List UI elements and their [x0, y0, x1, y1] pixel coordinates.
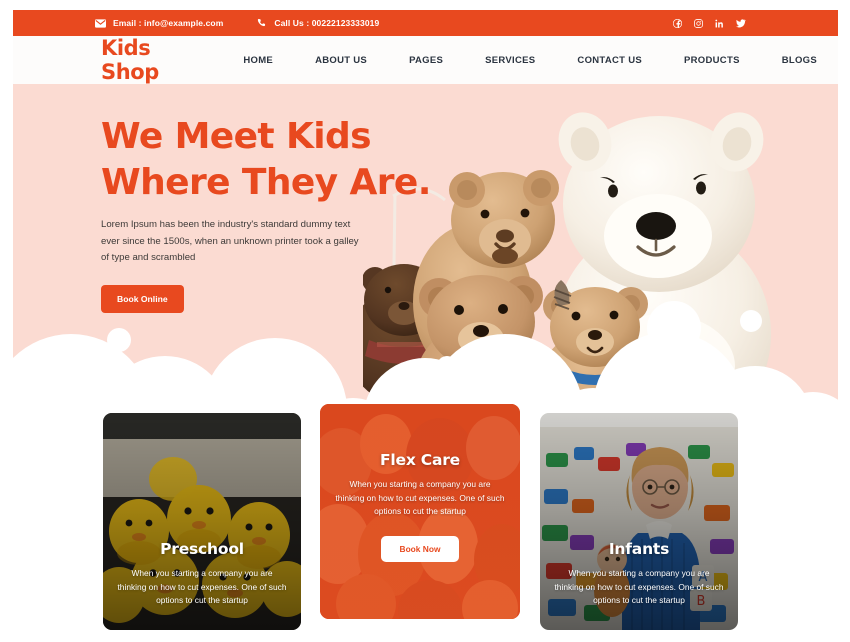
card-title: Preschool: [160, 540, 244, 559]
nav-item-pages[interactable]: PAGES: [388, 49, 464, 72]
nav-item-services[interactable]: SERVICES: [464, 49, 556, 72]
nav-item-home[interactable]: HOME: [222, 49, 294, 72]
hero-teddy-bears-image: [363, 84, 838, 404]
card-title: Flex Care: [380, 451, 460, 469]
card-description: When you starting a company you are thin…: [554, 568, 724, 606]
page-root: Email : info@example.com Call Us : 00222…: [13, 10, 838, 642]
nav-item-products[interactable]: PRODUCTS: [663, 49, 761, 72]
page-title: We Meet Kids Where They Are.: [101, 114, 431, 205]
card-description: When you starting a company you are thin…: [335, 479, 505, 517]
envelope-icon: [95, 18, 106, 28]
instagram-icon[interactable]: [694, 18, 703, 28]
teddy-tan-front: [415, 275, 547, 404]
hero-paragraph: Lorem Ipsum has been the industry's stan…: [101, 219, 359, 264]
hero-title-line-2: Where They Are.: [101, 161, 431, 203]
facebook-icon[interactable]: [673, 18, 682, 28]
site-logo[interactable]: Kids Shop: [101, 36, 172, 84]
phone-icon: [257, 18, 267, 28]
card-preschool[interactable]: Preschool When you starting a company yo…: [103, 413, 301, 630]
topbar-contact-group: Email : info@example.com Call Us : 00222…: [95, 18, 379, 28]
hero-section: We Meet Kids Where They Are. Lorem Ipsum…: [13, 84, 838, 404]
topbar-phone[interactable]: Call Us : 00222123333019: [257, 18, 379, 28]
card-description: When you starting a company you are thin…: [117, 568, 287, 606]
card-content: Flex Care When you starting a company yo…: [320, 451, 520, 562]
nav-item-blogs[interactable]: BLOGS: [761, 49, 838, 72]
hero-copy: We Meet Kids Where They Are. Lorem Ipsum…: [101, 114, 431, 313]
main-navigation: Kids Shop HOME ABOUT US PAGES SERVICES C…: [13, 36, 838, 84]
nav-item-about-us[interactable]: ABOUT US: [294, 49, 388, 72]
linkedin-icon[interactable]: [715, 19, 724, 28]
topbar-email[interactable]: Email : info@example.com: [95, 18, 223, 28]
topbar-phone-text: Call Us : 00222123333019: [274, 18, 380, 28]
social-links: [673, 18, 746, 28]
top-contact-bar: Email : info@example.com Call Us : 00222…: [13, 10, 838, 36]
book-online-button[interactable]: Book Online: [101, 284, 184, 313]
card-content: Preschool When you starting a company yo…: [103, 540, 301, 608]
topbar-email-text: Email : info@example.com: [113, 18, 224, 28]
book-now-button[interactable]: Book Now: [380, 535, 460, 562]
plaid-bow: [448, 366, 516, 394]
service-cards: Preschool When you starting a company yo…: [13, 404, 838, 642]
card-title: Infants: [608, 540, 670, 559]
hero-title-line-1: We Meet Kids: [101, 116, 372, 157]
nav-item-contact-us[interactable]: CONTACT US: [556, 49, 663, 72]
nav-links: HOME ABOUT US PAGES SERVICES CONTACT US …: [222, 49, 838, 72]
card-infants[interactable]: A B Infants When you starting a company …: [540, 413, 738, 630]
twitter-icon[interactable]: [736, 18, 746, 28]
card-content: Infants When you starting a company you …: [540, 540, 738, 608]
card-flex-care[interactable]: Flex Care When you starting a company yo…: [320, 404, 520, 619]
teddy-tan-small: [539, 280, 651, 404]
